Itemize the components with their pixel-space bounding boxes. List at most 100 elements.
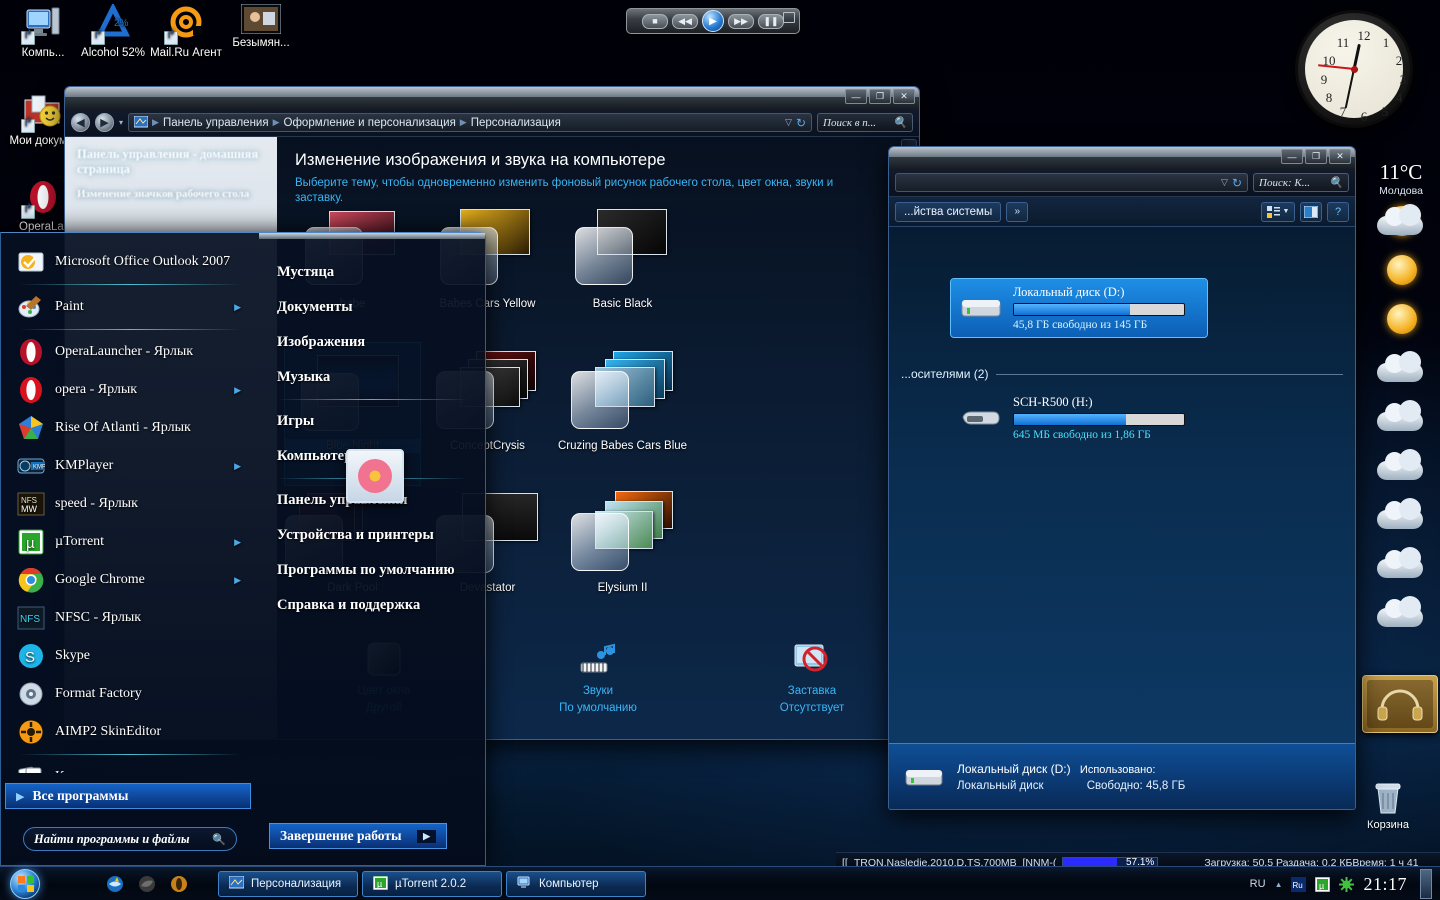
maximize-button[interactable]: ❐: [869, 89, 891, 104]
drive-row[interactable]: SCH-R500 (H:) 645 МБ свободно из 1,86 ГБ: [951, 389, 1207, 447]
media-pause-button[interactable]: ❚❚: [758, 13, 784, 29]
media-prev-button[interactable]: ◀◀: [672, 13, 698, 29]
user-avatar[interactable]: [346, 449, 404, 503]
all-programs-button[interactable]: ▶ Все программы: [5, 783, 251, 809]
minimize-button[interactable]: —: [845, 89, 867, 104]
chevron-right-icon[interactable]: ▶: [234, 461, 241, 472]
tray-expand-icon[interactable]: ▲: [1275, 880, 1283, 889]
sidebar-link-desktop-icons[interactable]: Изменение значков рабочего стола: [77, 187, 265, 201]
address-bar[interactable]: ▶ Панель управления ▶ Оформление и персо…: [128, 113, 812, 132]
antivirus-icon[interactable]: [1339, 876, 1355, 892]
search-input[interactable]: Поиск: К... 🔍: [1253, 173, 1349, 192]
restore-icon[interactable]: [783, 12, 795, 23]
start-menu-right-item-pictures[interactable]: Изображения: [259, 325, 485, 360]
system-properties-button[interactable]: ...йства системы: [895, 201, 1002, 222]
clock-gadget[interactable]: 12 1 2 3 4 5 6 7 8 9 10 11: [1295, 10, 1413, 128]
help-button[interactable]: ?: [1327, 201, 1349, 222]
feed-gadget[interactable]: [1362, 675, 1438, 733]
toolbar-overflow-button[interactable]: »: [1006, 201, 1029, 222]
chevron-right-icon[interactable]: ▶: [234, 537, 241, 548]
screensaver-item[interactable]: Заставка Отсутствует: [705, 631, 919, 739]
start-menu-item-operalauncher[interactable]: OperaLauncher - Ярлык: [9, 333, 251, 371]
start-menu-right-item-documents[interactable]: Документы: [259, 290, 485, 325]
start-menu-item-kmplayer[interactable]: KMP KMPlayer ▶: [9, 447, 251, 485]
start-menu-right-item-devices-printers[interactable]: Устройства и принтеры: [259, 518, 485, 553]
desktop-icon-bezymyan[interactable]: Безымян...: [218, 3, 304, 50]
start-menu-item-skype[interactable]: S Skype: [9, 637, 251, 675]
theme-item[interactable]: Cruzing Babes Cars Blue: [555, 343, 690, 485]
media-player-gadget[interactable]: ■ ◀◀ ▶ ▶▶ ❚❚: [626, 8, 800, 34]
media-play-button[interactable]: ▶: [702, 10, 724, 32]
start-menu-right-item-help-support[interactable]: Справка и поддержка: [259, 588, 485, 623]
minimize-button[interactable]: —: [1281, 149, 1303, 164]
breadcrumb-item-1[interactable]: Оформление и персонализация: [284, 117, 456, 129]
close-button[interactable]: ✕: [893, 89, 915, 104]
start-menu-item-aimp2-skineditor[interactable]: AIMP2 SkinEditor: [9, 713, 251, 751]
opera-icon[interactable]: [170, 875, 188, 893]
start-menu-item-solitaire[interactable]: Косынка: [9, 758, 251, 773]
system-tray[interactable]: RU ▲ Ru µ 21:17: [1250, 867, 1440, 900]
chevron-down-icon[interactable]: ▼: [1283, 208, 1290, 215]
shutdown-button[interactable]: Завершение работы ▶: [269, 823, 447, 849]
ru-keyboard-icon[interactable]: Ru: [1291, 876, 1307, 892]
start-menu-search-input[interactable]: Найти программы и файлы 🔍: [23, 827, 237, 851]
start-menu-item-utorrent[interactable]: µ µTorrent ▶: [9, 523, 251, 561]
start-button[interactable]: [2, 868, 48, 900]
start-menu-item-opera[interactable]: opera - Ярлык ▶: [9, 371, 251, 409]
start-menu-item-speed[interactable]: NFS MW speed - Ярлык: [9, 485, 251, 523]
refresh-icon[interactable]: ↻: [796, 116, 806, 130]
taskbar-button-computer[interactable]: Компьютер: [506, 870, 646, 897]
utorrent-tray-icon[interactable]: µ: [1314, 876, 1331, 892]
start-menu-pinned-list[interactable]: Microsoft Office Outlook 2007 Paint ▶ Op…: [9, 243, 251, 773]
sounds-item[interactable]: Звуки По умолчанию: [491, 631, 705, 739]
maximize-button[interactable]: ❐: [1305, 149, 1327, 164]
computer-titlebar[interactable]: — ❐ ✕: [889, 147, 1355, 169]
search-input[interactable]: Поиск в п... 🔍: [817, 113, 913, 132]
start-menu-right-item-games[interactable]: Игры: [259, 404, 485, 439]
start-menu-item-format-factory[interactable]: Format Factory: [9, 675, 251, 713]
start-menu-right-item-default-programs[interactable]: Программы по умолчанию: [259, 553, 485, 588]
address-bar[interactable]: ▽ ↻: [895, 173, 1248, 192]
breadcrumb-item-0[interactable]: Панель управления: [163, 117, 269, 129]
language-indicator[interactable]: RU: [1250, 878, 1266, 890]
taskbar-buttons[interactable]: Персонализация µ µTorrent 2.0.2 Компьюте…: [218, 870, 646, 897]
chevron-right-icon[interactable]: ▶: [234, 385, 241, 396]
start-menu-right-item-music[interactable]: Музыка: [259, 360, 485, 395]
internet-explorer-icon[interactable]: [106, 875, 124, 893]
start-menu-item-rise-of-atlanti[interactable]: Rise Of Atlanti - Ярлык: [9, 409, 251, 447]
start-menu-item-google-chrome[interactable]: Google Chrome ▶: [9, 561, 251, 599]
recycle-bin[interactable]: Корзина: [1355, 780, 1421, 831]
start-menu-right-item-user[interactable]: Мустяца: [259, 255, 485, 290]
preview-pane-button[interactable]: [1300, 201, 1322, 222]
chevron-down-icon[interactable]: ▽: [1221, 177, 1228, 188]
taskbar[interactable]: Персонализация µ µTorrent 2.0.2 Компьюте…: [0, 866, 1440, 900]
weather-gadget[interactable]: 11°C Молдова: [1362, 160, 1440, 639]
chevron-right-icon[interactable]: ▶: [417, 829, 436, 843]
drive-row[interactable]: Локальный диск (D:) 45,8 ГБ свободно из …: [950, 278, 1208, 338]
start-menu-item-outlook[interactable]: Microsoft Office Outlook 2007: [9, 243, 251, 281]
forward-button[interactable]: ▶: [95, 113, 114, 132]
theme-item[interactable]: Elysium II: [555, 485, 690, 627]
close-button[interactable]: ✕: [1329, 149, 1351, 164]
computer-window[interactable]: — ❐ ✕ ▽ ↻ Поиск: К... 🔍 ...йства системы…: [888, 146, 1356, 810]
theme-item[interactable]: Basic Black: [555, 201, 690, 343]
chevron-right-icon[interactable]: ▶: [234, 302, 241, 313]
start-menu-item-nfsc[interactable]: NFS NFSC - Ярлык: [9, 599, 251, 637]
start-menu[interactable]: Microsoft Office Outlook 2007 Paint ▶ Op…: [0, 232, 486, 866]
personalization-titlebar[interactable]: — ❐ ✕: [65, 87, 919, 109]
desktop-icon-mail-ru-agent[interactable]: Mail.Ru Агент: [143, 4, 229, 60]
show-desktop-button[interactable]: [1420, 869, 1432, 899]
chevron-right-icon[interactable]: ▶: [234, 575, 241, 586]
start-menu-item-paint[interactable]: Paint ▶: [9, 288, 251, 326]
taskbar-button-utorrent[interactable]: µ µTorrent 2.0.2: [362, 870, 502, 897]
quick-launch-bar[interactable]: [106, 875, 188, 893]
back-button[interactable]: ◀: [71, 113, 90, 132]
taskbar-clock[interactable]: 21:17: [1363, 874, 1407, 895]
firefox-icon[interactable]: [138, 875, 156, 893]
history-dropdown-icon[interactable]: ▾: [119, 118, 123, 127]
refresh-icon[interactable]: ↻: [1232, 176, 1242, 190]
media-stop-button[interactable]: ■: [642, 13, 668, 29]
media-next-button[interactable]: ▶▶: [728, 13, 754, 29]
views-button[interactable]: ▼: [1261, 201, 1295, 222]
breadcrumb-item-2[interactable]: Персонализация: [471, 117, 561, 129]
